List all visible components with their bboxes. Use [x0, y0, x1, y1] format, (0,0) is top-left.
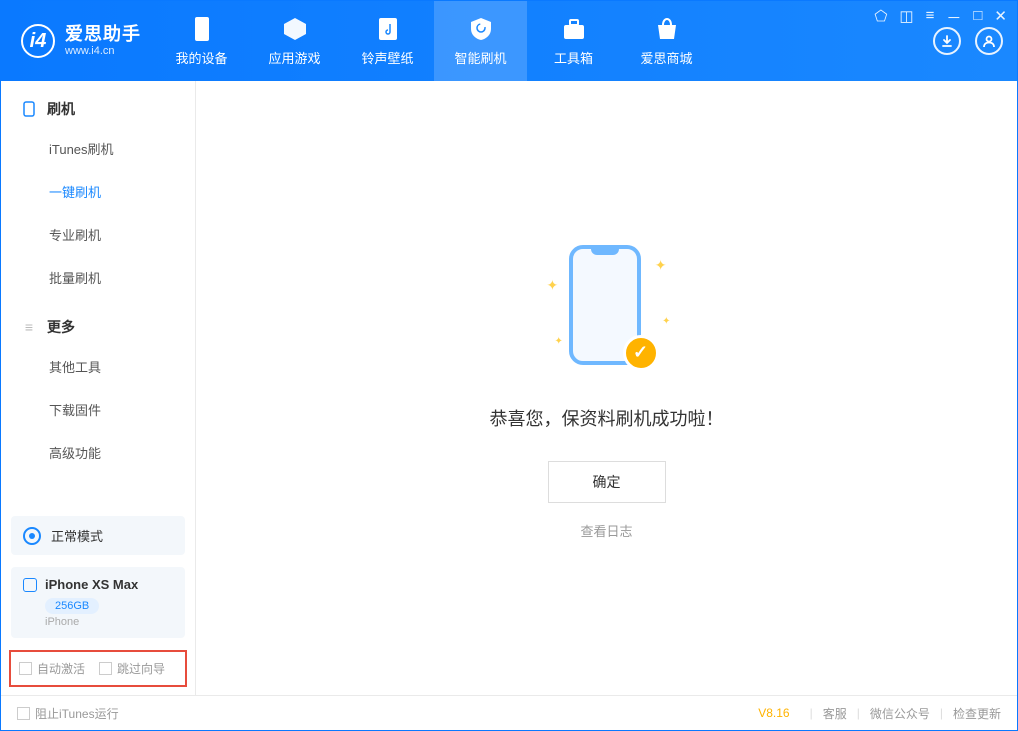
feedback-icon[interactable]: ⬠: [874, 7, 887, 28]
device-card[interactable]: iPhone XS Max 256GB iPhone: [11, 567, 185, 638]
skin-icon[interactable]: ◫: [899, 7, 913, 28]
app-window: ⬠ ◫ ≡ － □ ✕ i4 爱思助手 www.i4.cn 我的设备 应用游戏: [0, 0, 1018, 731]
tab-ringtones[interactable]: 铃声壁纸: [341, 1, 434, 81]
device-name: iPhone XS Max: [23, 577, 173, 592]
app-title: 爱思助手: [65, 24, 141, 46]
device-icon: [189, 16, 215, 42]
cube-icon: [282, 16, 308, 42]
download-icon[interactable]: [933, 27, 961, 55]
menu-icon[interactable]: ≡: [926, 7, 935, 28]
user-icon[interactable]: [975, 27, 1003, 55]
sparkle-icon: ✦: [547, 277, 559, 294]
checkbox-block-itunes[interactable]: 阻止iTunes运行: [17, 705, 119, 722]
footer-link-update[interactable]: 检查更新: [953, 705, 1001, 722]
ok-button[interactable]: 确定: [548, 461, 666, 503]
sidebar-item-pro-flash[interactable]: 专业刷机: [1, 213, 195, 256]
window-controls: ⬠ ◫ ≡ － □ ✕: [874, 7, 1007, 28]
sidebar: 刷机 iTunes刷机 一键刷机 专业刷机 批量刷机 ≡ 更多 其他工具 下载固…: [1, 81, 196, 695]
checkbox-icon: [19, 662, 32, 675]
header-tabs: 我的设备 应用游戏 铃声壁纸 智能刷机 工具箱 爱思商城: [155, 1, 713, 81]
close-icon[interactable]: ✕: [994, 7, 1007, 28]
sidebar-heading-more: ≡ 更多: [1, 317, 195, 345]
tab-flash[interactable]: 智能刷机: [434, 1, 527, 81]
sidebar-item-other-tools[interactable]: 其他工具: [1, 345, 195, 388]
sidebar-heading-flash: 刷机: [1, 99, 195, 127]
device-mode-card[interactable]: 正常模式: [11, 516, 185, 555]
header-actions: [933, 27, 1017, 55]
sidebar-section-flash: 刷机 iTunes刷机 一键刷机 专业刷机 批量刷机: [1, 81, 195, 299]
list-icon: ≡: [21, 319, 37, 335]
sidebar-section-more: ≡ 更多 其他工具 下载固件 高级功能: [1, 299, 195, 474]
checkbox-icon: [17, 707, 30, 720]
logo-area: i4 爱思助手 www.i4.cn: [1, 24, 155, 59]
shield-icon: [468, 16, 494, 42]
tab-store[interactable]: 爱思商城: [620, 1, 713, 81]
sidebar-item-advanced[interactable]: 高级功能: [1, 431, 195, 474]
highlighted-options: 自动激活 跳过向导: [9, 650, 187, 687]
device-panel: 正常模式 iPhone XS Max 256GB iPhone: [11, 516, 185, 638]
minimize-icon[interactable]: －: [946, 7, 961, 28]
body: 刷机 iTunes刷机 一键刷机 专业刷机 批量刷机 ≡ 更多 其他工具 下载固…: [1, 81, 1017, 695]
footer-bar: 阻止iTunes运行 V8.16 | 客服 | 微信公众号 | 检查更新: [1, 695, 1017, 730]
sparkle-icon: ✦: [555, 336, 563, 347]
sidebar-item-batch-flash[interactable]: 批量刷机: [1, 256, 195, 299]
sparkle-icon: ✦: [655, 257, 667, 274]
maximize-icon[interactable]: □: [973, 7, 982, 28]
check-badge-icon: ✓: [623, 335, 659, 371]
device-storage-badge: 256GB: [45, 598, 99, 614]
sparkle-icon: ✦: [662, 316, 670, 327]
success-message: 恭喜您，保资料刷机成功啦！: [490, 405, 724, 431]
device-type: iPhone: [45, 616, 173, 628]
checkbox-auto-activate[interactable]: 自动激活: [19, 660, 85, 677]
success-illustration: ✦ ✦ ✦ ✦ ✓: [537, 237, 677, 377]
phone-icon: [21, 101, 37, 117]
footer-link-support[interactable]: 客服: [823, 705, 847, 722]
mode-icon: [23, 527, 41, 545]
view-log-link[interactable]: 查看日志: [580, 521, 632, 540]
device-phone-icon: [23, 578, 37, 592]
sidebar-item-oneclick-flash[interactable]: 一键刷机: [1, 170, 195, 213]
store-icon: [654, 16, 680, 42]
sidebar-item-download-fw[interactable]: 下载固件: [1, 388, 195, 431]
checkbox-skip-guide[interactable]: 跳过向导: [99, 660, 165, 677]
sidebar-item-itunes-flash[interactable]: iTunes刷机: [1, 127, 195, 170]
music-icon: [375, 16, 401, 42]
tab-toolbox[interactable]: 工具箱: [527, 1, 620, 81]
app-subtitle: www.i4.cn: [65, 45, 141, 58]
main-content: ✦ ✦ ✦ ✦ ✓ 恭喜您，保资料刷机成功啦！ 确定 查看日志: [196, 81, 1017, 695]
version-label: V8.16: [758, 706, 789, 720]
toolbox-icon: [561, 16, 587, 42]
header-bar: ⬠ ◫ ≡ － □ ✕ i4 爱思助手 www.i4.cn 我的设备 应用游戏: [1, 1, 1017, 81]
logo-badge-icon: i4: [21, 24, 55, 58]
footer-link-wechat[interactable]: 微信公众号: [870, 705, 930, 722]
footer-right: V8.16 | 客服 | 微信公众号 | 检查更新: [758, 705, 1001, 722]
tab-apps[interactable]: 应用游戏: [248, 1, 341, 81]
tab-my-device[interactable]: 我的设备: [155, 1, 248, 81]
checkbox-icon: [99, 662, 112, 675]
